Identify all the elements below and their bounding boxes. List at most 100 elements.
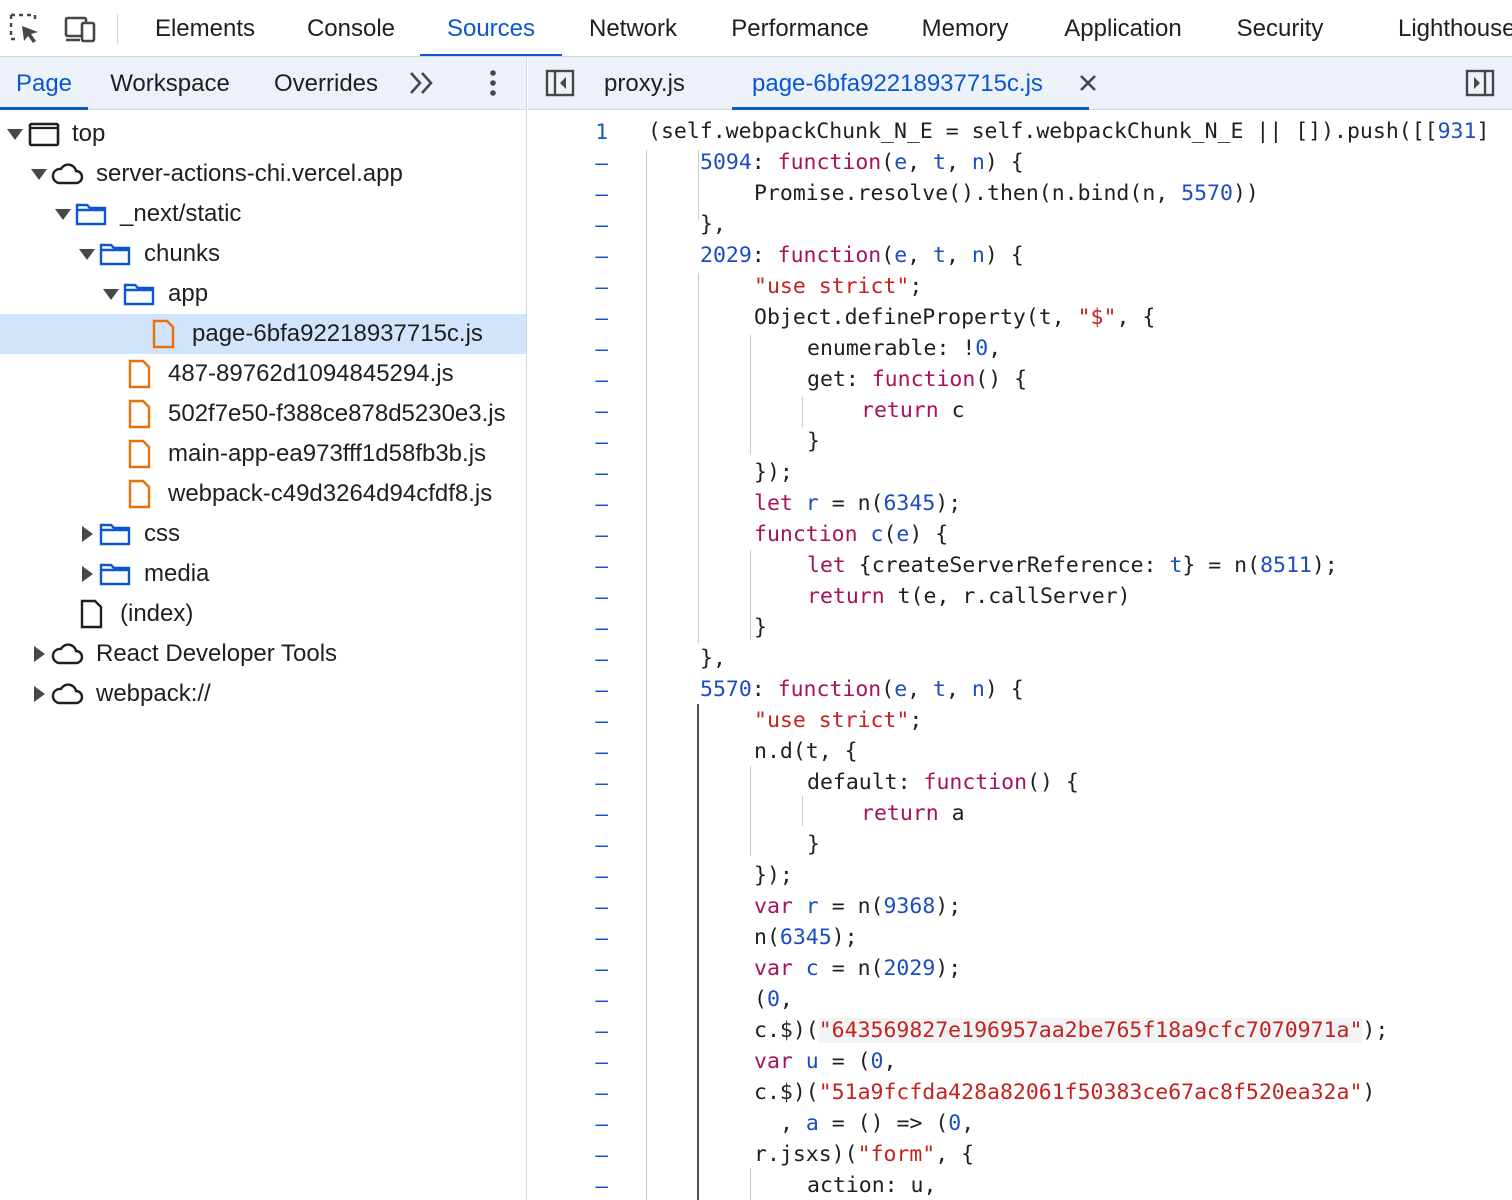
tab-elements[interactable]: Elements [142, 0, 268, 56]
line-continuation-mark[interactable]: – [528, 978, 608, 1012]
code-line: "use strict"; [754, 274, 923, 299]
tab-workspace[interactable]: Workspace [98, 57, 242, 110]
line-continuation-mark[interactable]: – [528, 606, 608, 640]
line-number-gutter[interactable]: 1– – – – – – – – – – – – – – – – – – – – – – – – – – – – – – – – – – [528, 110, 628, 1200]
more-tabs-chevron-icon[interactable] [404, 65, 440, 101]
tree-item-app[interactable]: app [0, 274, 526, 314]
line-continuation-mark[interactable]: – [528, 575, 608, 609]
collapsed-triangle-icon[interactable] [28, 683, 50, 705]
line-continuation-mark[interactable]: – [528, 854, 608, 888]
line-continuation-mark[interactable]: – [528, 451, 608, 485]
indent-guide [802, 397, 803, 427]
line-continuation-mark[interactable]: – [528, 947, 608, 981]
expanded-triangle-icon[interactable] [100, 283, 122, 305]
line-continuation-mark[interactable]: – [528, 1133, 608, 1167]
expanded-triangle-icon[interactable] [76, 243, 98, 265]
line-continuation-mark[interactable]: – [528, 203, 608, 237]
tree-item-file[interactable]: webpack-c49d3264d94cfdf8.js [0, 474, 526, 514]
tree-item-file[interactable]: 502f7e50-f388ce878d5230e3.js [0, 394, 526, 434]
line-continuation-mark[interactable]: – [528, 513, 608, 547]
toggle-navigator-icon[interactable] [544, 67, 576, 99]
tree-item-page-file[interactable]: page-6bfa92218937715c.js [0, 314, 526, 354]
tab-overrides[interactable]: Overrides [262, 57, 390, 110]
line-continuation-mark[interactable]: – [528, 172, 608, 206]
cloud-icon [51, 643, 84, 665]
tree-item-index[interactable]: (index) [0, 594, 526, 634]
expanded-triangle-icon[interactable] [4, 123, 26, 145]
line-continuation-mark[interactable]: – [528, 234, 608, 268]
line-continuation-mark[interactable]: – [528, 699, 608, 733]
line-continuation-mark[interactable]: – [528, 1102, 608, 1136]
code-line: (0, [754, 987, 793, 1012]
line-continuation-mark[interactable]: – [528, 358, 608, 392]
file-js-icon [128, 479, 151, 509]
line-continuation-mark[interactable]: – [528, 296, 608, 330]
line-continuation-mark[interactable]: – [528, 885, 608, 919]
collapsed-triangle-icon[interactable] [76, 523, 98, 545]
line-continuation-mark[interactable]: – [528, 916, 608, 950]
line-continuation-mark[interactable]: – [528, 420, 608, 454]
tree-item-chunks[interactable]: chunks [0, 234, 526, 274]
device-toolbar-icon[interactable] [62, 10, 98, 46]
tab-sources[interactable]: Sources [420, 0, 562, 56]
line-continuation-mark[interactable]: – [528, 1040, 608, 1074]
code-line: } [807, 429, 820, 454]
code-line: function c(e) { [754, 522, 949, 547]
line-number[interactable]: 1 [528, 110, 608, 144]
line-continuation-mark[interactable]: – [528, 482, 608, 516]
editor-tabs: proxy.js page-6bfa92218937715c.js [528, 57, 1512, 110]
toggle-debugger-icon[interactable] [1464, 67, 1496, 99]
tree-item-react-devtools[interactable]: React Developer Tools [0, 634, 526, 674]
tree-item-webpack[interactable]: webpack:// [0, 674, 526, 714]
code-line: var u = (0, [754, 1049, 897, 1074]
line-continuation-mark[interactable]: – [528, 637, 608, 671]
tree-item-file[interactable]: main-app-ea973fff1d58fb3b.js [0, 434, 526, 474]
collapsed-triangle-icon[interactable] [76, 563, 98, 585]
line-continuation-mark[interactable]: – [528, 327, 608, 361]
line-continuation-mark[interactable]: – [528, 761, 608, 795]
tab-performance[interactable]: Performance [716, 0, 884, 56]
tab-security[interactable]: Security [1222, 0, 1338, 56]
collapsed-triangle-icon[interactable] [28, 643, 50, 665]
tree-item-media[interactable]: media [0, 554, 526, 594]
tab-page[interactable]: Page [0, 57, 88, 110]
code-line: return t(e, r.callServer) [807, 584, 1131, 609]
line-continuation-mark[interactable]: – [528, 668, 608, 702]
code-line: default: function() { [807, 770, 1079, 795]
tree-item-top[interactable]: top [0, 114, 526, 154]
code-editor[interactable]: 1– – – – – – – – – – – – – – – – – – – – – – – – – – – – – – – – – – (sel… [528, 110, 1512, 1200]
more-options-icon[interactable] [478, 65, 508, 101]
expanded-triangle-icon[interactable] [52, 203, 74, 225]
code-line: enumerable: !0, [807, 336, 1002, 361]
line-continuation-mark[interactable]: – [528, 265, 608, 299]
tree-item-next-static[interactable]: _next/static [0, 194, 526, 234]
tree-item-domain[interactable]: server-actions-chi.vercel.app [0, 154, 526, 194]
close-tab-icon[interactable] [1076, 71, 1100, 95]
line-continuation-mark[interactable]: – [528, 141, 608, 175]
line-continuation-mark[interactable]: – [528, 389, 608, 423]
tab-application[interactable]: Application [1048, 0, 1198, 56]
line-continuation-mark[interactable]: – [528, 544, 608, 578]
line-continuation-mark[interactable]: – [528, 730, 608, 764]
tab-lighthouse[interactable]: Lighthouse [1384, 0, 1512, 56]
inspect-element-icon[interactable] [6, 10, 42, 46]
tab-network[interactable]: Network [574, 0, 692, 56]
line-continuation-mark[interactable]: – [528, 1009, 608, 1043]
toolbar-divider [117, 14, 118, 44]
tree-item-label: webpack-c49d3264d94cfdf8.js [168, 480, 493, 507]
tree-item-label: (index) [120, 600, 194, 627]
line-continuation-mark[interactable]: – [528, 823, 608, 857]
frame-icon [28, 122, 60, 147]
tab-memory[interactable]: Memory [908, 0, 1022, 56]
code-line: (self.webpackChunk_N_E = self.webpackChu… [648, 119, 1490, 144]
editor-tab-page[interactable]: page-6bfa92218937715c.js [732, 57, 1089, 110]
tree-item-file[interactable]: 487-89762d1094845294.js [0, 354, 526, 394]
tree-item-css[interactable]: css [0, 514, 526, 554]
line-continuation-mark[interactable]: – [528, 792, 608, 826]
expanded-triangle-icon[interactable] [28, 163, 50, 185]
line-continuation-mark[interactable]: – [528, 1164, 608, 1198]
folder-icon [123, 283, 155, 306]
editor-tab-proxy[interactable]: proxy.js [604, 57, 685, 110]
tab-console[interactable]: Console [294, 0, 408, 56]
line-continuation-mark[interactable]: – [528, 1071, 608, 1105]
